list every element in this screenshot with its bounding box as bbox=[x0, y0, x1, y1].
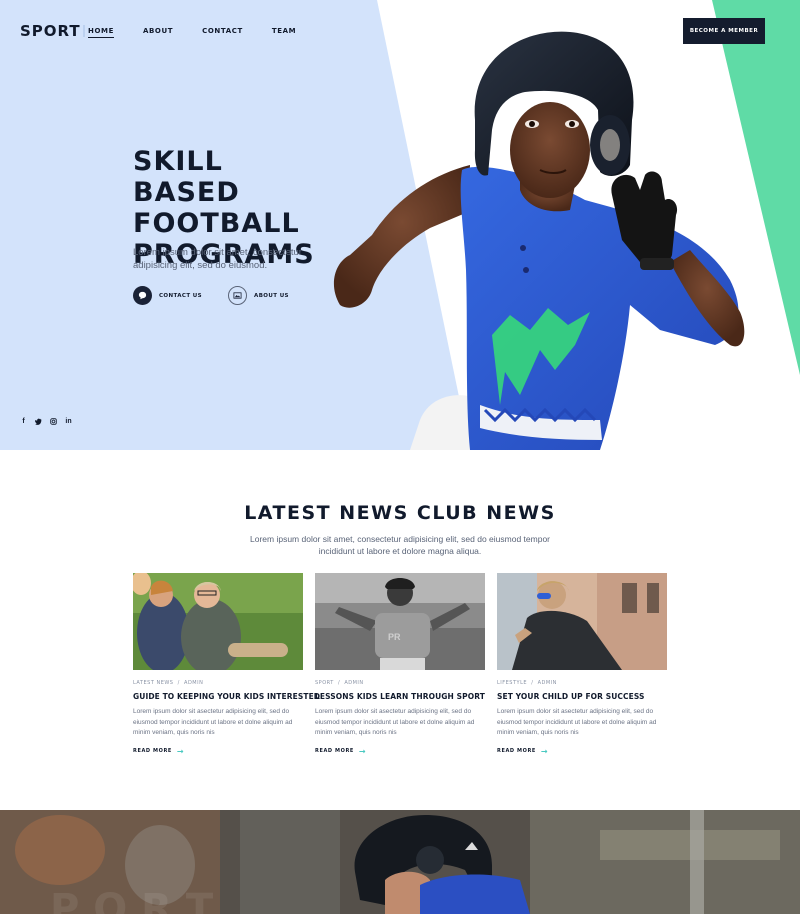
news-card-meta: LATEST NEWS / ADMIN bbox=[133, 680, 204, 686]
become-member-button[interactable]: BECOME A MEMBER bbox=[683, 18, 765, 44]
svg-text:P O R T: P O R T bbox=[50, 886, 214, 914]
read-more-link[interactable]: READ MORE → bbox=[133, 747, 303, 756]
news-card-image-superhero-kid[interactable] bbox=[497, 573, 667, 670]
news-card-excerpt: Lorem ipsum dolor sit asectetur adipisic… bbox=[497, 708, 657, 736]
news-card-category[interactable]: SPORT bbox=[315, 680, 334, 686]
chat-icon bbox=[133, 286, 152, 305]
about-us-label: ABOUT US bbox=[254, 292, 289, 299]
nav-item-about[interactable]: ABOUT bbox=[143, 27, 173, 38]
read-more-label: READ MORE bbox=[133, 748, 172, 754]
instagram-icon[interactable] bbox=[50, 418, 57, 427]
twitter-icon[interactable] bbox=[34, 418, 42, 427]
read-more-link[interactable]: READ MORE → bbox=[497, 747, 667, 756]
logo-mark-icon bbox=[82, 25, 85, 37]
nav-item-team[interactable]: TEAM bbox=[272, 27, 296, 38]
image-icon bbox=[228, 286, 248, 305]
arrow-right-icon: → bbox=[540, 746, 549, 756]
news-card-image-kids-tug[interactable] bbox=[133, 573, 303, 670]
hero-subtitle: Lorem ipsum dolor sit amet, consectetur … bbox=[133, 247, 302, 271]
brand-logo[interactable]: SPORT bbox=[20, 22, 85, 40]
news-section-subtitle: Lorem ipsum dolor sit amet, consectetur … bbox=[250, 534, 551, 556]
logo-text: SPORT bbox=[20, 22, 81, 40]
news-card: LATEST NEWS / ADMIN GUIDE TO KEEPING YOU… bbox=[133, 573, 320, 756]
read-more-label: READ MORE bbox=[497, 748, 536, 754]
news-cards: LATEST NEWS / ADMIN GUIDE TO KEEPING YOU… bbox=[133, 573, 667, 756]
news-card-title[interactable]: LESSONS KIDS LEARN THROUGH SPORT bbox=[315, 692, 485, 701]
news-card-excerpt: Lorem ipsum dolor sit asectetur adipisic… bbox=[315, 708, 475, 736]
news-card-meta: SPORT / ADMIN bbox=[315, 680, 364, 686]
news-card-title[interactable]: GUIDE TO KEEPING YOUR KIDS INTERESTED bbox=[133, 692, 320, 701]
news-card-title[interactable]: SET YOUR CHILD UP FOR SUCCESS bbox=[497, 692, 667, 701]
hero-actions: CONTACT US ABOUT US bbox=[133, 286, 315, 305]
arrow-right-icon: → bbox=[176, 746, 185, 756]
news-card-excerpt: Lorem ipsum dolor sit asectetur adipisic… bbox=[133, 708, 293, 736]
about-us-button[interactable]: ABOUT US bbox=[228, 286, 289, 305]
social-links: f in bbox=[20, 418, 72, 427]
news-card-image-boy-running[interactable]: PR bbox=[315, 573, 485, 670]
banner-photo: P O R T bbox=[0, 810, 800, 914]
hero-title-line: FOOTBALL bbox=[133, 208, 300, 239]
facebook-icon[interactable]: f bbox=[20, 418, 27, 427]
news-card-author[interactable]: ADMIN bbox=[184, 680, 203, 686]
read-more-label: READ MORE bbox=[315, 748, 354, 754]
news-card-category[interactable]: LATEST NEWS bbox=[133, 680, 173, 686]
read-more-link[interactable]: READ MORE → bbox=[315, 747, 485, 756]
nav-item-home[interactable]: HOME bbox=[88, 27, 114, 38]
news-card: LIFESTYLE / ADMIN SET YOUR CHILD UP FOR … bbox=[497, 573, 667, 756]
featured-banner-image: P O R T bbox=[0, 810, 800, 914]
news-section-title: LATEST NEWS CLUB NEWS bbox=[244, 502, 556, 524]
hero-player-image bbox=[333, 31, 745, 450]
linkedin-icon[interactable]: in bbox=[65, 418, 72, 427]
hero-title-line: SKILL BASED bbox=[133, 146, 240, 208]
contact-us-label: CONTACT US bbox=[159, 292, 203, 299]
main-nav: HOME ABOUT CONTACT TEAM bbox=[88, 27, 325, 38]
news-card-category[interactable]: LIFESTYLE bbox=[497, 680, 527, 686]
hero-section: SPORT HOME ABOUT CONTACT TEAM BECOME A M… bbox=[0, 0, 800, 450]
nav-item-contact[interactable]: CONTACT bbox=[202, 27, 243, 38]
news-card-author[interactable]: ADMIN bbox=[538, 680, 557, 686]
news-card-meta: LIFESTYLE / ADMIN bbox=[497, 680, 557, 686]
arrow-right-icon: → bbox=[358, 746, 367, 756]
svg-text:PR: PR bbox=[388, 632, 401, 642]
contact-us-button[interactable]: CONTACT US bbox=[133, 286, 202, 305]
news-card-author[interactable]: ADMIN bbox=[344, 680, 363, 686]
news-card: PR SPORT / ADMIN LESSONS KIDS LEARN THRO… bbox=[315, 573, 485, 756]
